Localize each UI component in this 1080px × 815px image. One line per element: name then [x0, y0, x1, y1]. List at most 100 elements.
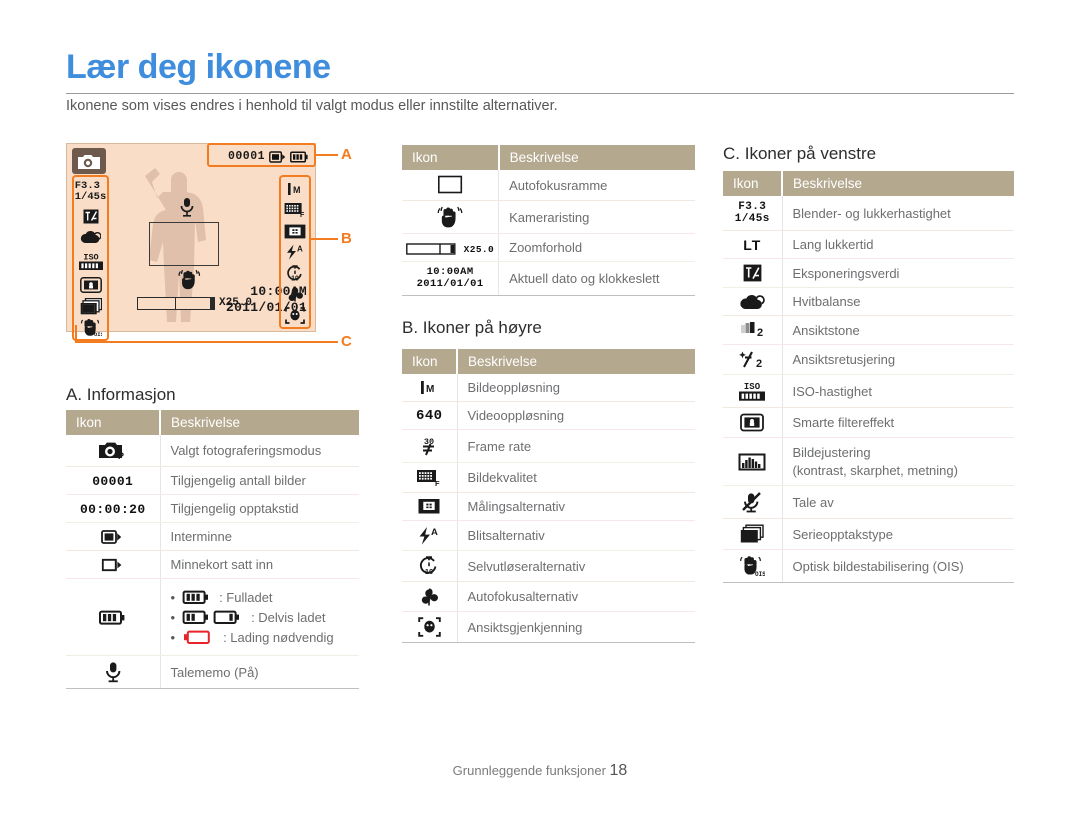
row-description: Selvutløseralternativ: [457, 550, 695, 582]
svg-text:OIS: OIS: [94, 331, 102, 337]
lcd-left-icon-column: F3.31/45s ISO OIS: [72, 175, 109, 341]
battery-full-icon: [182, 590, 212, 605]
svg-text:M: M: [426, 384, 434, 395]
svg-text:P: P: [118, 451, 124, 461]
macro-af-icon: [402, 581, 458, 612]
footer: Grunnleggende funksjoner 18: [0, 762, 1080, 780]
photo-quality-icon: F: [402, 462, 458, 493]
column-header-description: Beskrivelse: [160, 410, 359, 435]
zoom-bar-icon: X25.0: [402, 233, 500, 262]
svg-text:P: P: [94, 162, 99, 169]
table-header-row: Ikon Beskrivelse: [723, 171, 1014, 196]
common-icons-table: Ikon Beskrivelse Autofokusramme Kamerari…: [402, 145, 695, 297]
flash-auto-icon: A: [402, 520, 458, 551]
row-description: Interminne: [160, 522, 359, 551]
date-time-icon: 10:00AM 2011/01/01: [402, 261, 500, 297]
row-description: Kameraristing: [498, 200, 695, 234]
iso-speed-icon: ISO: [723, 374, 783, 409]
table-row: Eksponeringsverdi: [723, 258, 1014, 289]
svg-text:F: F: [300, 212, 305, 218]
callout-label-a: A: [341, 146, 352, 163]
table-row: Ansiktsgjenkjenning: [402, 611, 695, 643]
aperture-shutter-icon: F3.3 1/45s: [723, 196, 783, 232]
af-frame-icon: [149, 222, 219, 266]
table-row: Smarte filtereffekt: [723, 407, 1014, 439]
battery-states-cell: : Fulladet : Delvis ladet : Lading nødve…: [160, 578, 359, 656]
battery-icon: [66, 578, 161, 656]
smart-filter-icon: [79, 276, 102, 294]
zoom-bar-icon: [137, 297, 215, 310]
callout-line-b: [311, 238, 338, 240]
row-description: Ansiktsgjenkjenning: [457, 611, 695, 643]
table-row: Serieopptakstype: [723, 518, 1014, 551]
svg-text:A: A: [431, 527, 438, 538]
video-resolution-value: 640: [416, 408, 443, 424]
table-row: 2 Ansiktstone: [723, 315, 1014, 346]
list-item: : Delvis ladet: [171, 607, 350, 627]
title-divider: [66, 93, 1014, 94]
row-description: Ansiktsretusjering: [782, 344, 1014, 376]
camera-lcd-diagram: P 00001 X25.0 10:00AM 2011/01/01 F3.3 1/…: [66, 143, 316, 341]
callout-line-a: [316, 154, 338, 156]
table-row: Autofokusramme: [402, 170, 695, 201]
list-item-label: : Lading nødvendig: [223, 629, 334, 645]
shots-remaining-number: 00001: [92, 473, 134, 489]
iso-speed-icon: ISO: [78, 249, 104, 273]
left-icons-table: Ikon Beskrivelse F3.3 1/45s Blender- og …: [723, 171, 1014, 584]
table-row: Målingsalternativ: [402, 492, 695, 521]
metering-icon: [402, 492, 458, 521]
table-row: Kameraristing: [402, 200, 695, 234]
table-row: : Fulladet : Delvis ladet : Lading nødve…: [66, 578, 359, 656]
svg-text:10: 10: [291, 275, 299, 282]
memory-card-icon: [66, 550, 161, 579]
information-icons-table: Ikon Beskrivelse P Valgt fotograferingsm…: [66, 410, 359, 689]
row-description: Frame rate: [457, 429, 695, 463]
camera-shake-icon: [177, 269, 203, 291]
recording-time-value: 00:00:20: [66, 494, 161, 523]
zoom-ratio-value: X25.0: [463, 244, 495, 255]
row-description: Aktuell dato og klokkeslett: [498, 261, 695, 297]
row-description: ISO-hastighet: [782, 374, 1014, 409]
column-header-icon: Ikon: [402, 349, 458, 374]
row-description: Talememo (På): [160, 655, 359, 689]
ois-icon: OIS: [80, 318, 102, 337]
photo-resolution-icon: M: [284, 180, 306, 198]
svg-text:2: 2: [756, 358, 762, 369]
shutter-value: 1/45s: [74, 191, 107, 203]
footer-label: Grunnleggende funksjoner: [452, 763, 606, 778]
table-row: Interminne: [66, 522, 359, 551]
section-heading-b: B. Ikoner på høyre: [402, 318, 542, 337]
row-description: Autofokusramme: [498, 170, 695, 201]
table-row: 640 Videooppløsning: [402, 401, 695, 430]
column-header-description: Beskrivelse: [457, 349, 695, 374]
callout-line-c: [75, 341, 338, 343]
row-description: Bildekvalitet: [457, 462, 695, 493]
row-description: Bildejustering (kontrast, skarphet, metn…: [782, 437, 1014, 487]
table-row: F Bildekvalitet: [402, 462, 695, 493]
battery-empty-icon: [182, 630, 216, 645]
image-adjust-icon: [723, 437, 783, 487]
shutter-value: 1/45s: [734, 213, 770, 226]
recording-time-number: 00:00:20: [79, 501, 146, 517]
row-description: Målingsalternativ: [457, 492, 695, 521]
table-row: 10:00AM 2011/01/01 Aktuell dato og klokk…: [402, 261, 695, 297]
table-row: Minnekort satt inn: [66, 550, 359, 579]
exposure-value-icon: [723, 258, 783, 289]
camera-shake-icon: [402, 200, 500, 234]
row-description: Tilgjengelig opptakstid: [160, 494, 359, 523]
af-frame-icon: [402, 170, 500, 201]
svg-text:A: A: [297, 245, 303, 254]
svg-text:10: 10: [425, 567, 433, 576]
table-row: Hvitbalanse: [723, 287, 1014, 317]
metering-icon: [284, 222, 306, 240]
table-row: Talememo (På): [66, 655, 359, 689]
row-description: Zoomforhold: [498, 233, 695, 262]
list-item: : Fulladet: [171, 587, 350, 607]
row-description: Smarte filtereffekt: [782, 407, 1014, 439]
photo-quality-icon: F: [284, 201, 306, 219]
row-description: Hvitbalanse: [782, 287, 1014, 317]
voice-memo-icon: [179, 197, 195, 217]
face-detection-icon: [402, 611, 458, 643]
row-description: Blitsalternativ: [457, 520, 695, 551]
svg-text:M: M: [293, 185, 301, 195]
